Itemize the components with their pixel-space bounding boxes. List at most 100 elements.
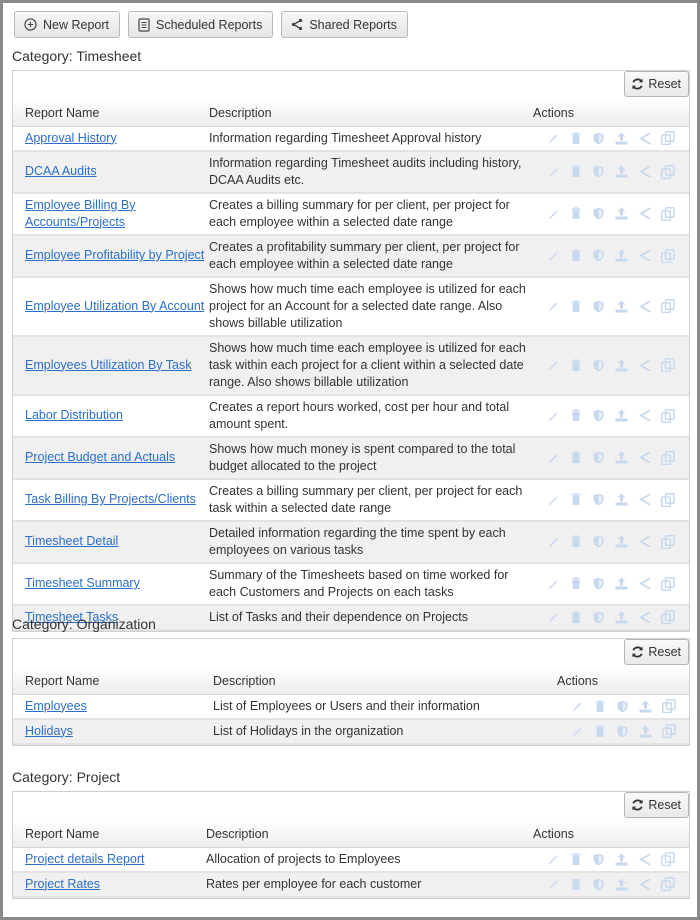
share-action-button[interactable]	[637, 852, 652, 867]
report-link[interactable]: DCAA Audits	[25, 164, 97, 178]
share-action-button[interactable]	[637, 408, 652, 423]
edit-action-button[interactable]	[569, 699, 584, 714]
report-link[interactable]: Task Billing By Projects/Clients	[25, 492, 196, 506]
delete-action-button[interactable]	[568, 206, 583, 221]
copy-action-button[interactable]	[660, 492, 675, 507]
delete-action-button[interactable]	[568, 248, 583, 263]
report-link[interactable]: Project details Report	[25, 852, 145, 866]
share-action-button[interactable]	[637, 248, 652, 263]
edit-action-button[interactable]	[545, 248, 560, 263]
delete-action-button[interactable]	[568, 131, 583, 146]
edit-action-button[interactable]	[545, 206, 560, 221]
edit-action-button[interactable]	[545, 131, 560, 146]
report-link[interactable]: Employee Utilization By Account	[25, 299, 204, 313]
export-action-button[interactable]	[614, 206, 629, 221]
security-action-button[interactable]	[591, 852, 606, 867]
edit-action-button[interactable]	[545, 877, 560, 892]
column-header-description[interactable]: Description	[202, 821, 529, 848]
delete-action-button[interactable]	[568, 610, 583, 625]
edit-action-button[interactable]	[569, 724, 584, 739]
column-header-description[interactable]: Description	[205, 100, 529, 127]
export-action-button[interactable]	[614, 408, 629, 423]
security-action-button[interactable]	[591, 164, 606, 179]
report-link[interactable]: Approval History	[25, 131, 117, 145]
delete-action-button[interactable]	[592, 699, 607, 714]
edit-action-button[interactable]	[545, 492, 560, 507]
share-action-button[interactable]	[637, 534, 652, 549]
share-action-button[interactable]	[637, 206, 652, 221]
delete-action-button[interactable]	[568, 299, 583, 314]
copy-action-button[interactable]	[660, 408, 675, 423]
column-header-report-name[interactable]: Report Name	[13, 821, 202, 848]
edit-action-button[interactable]	[545, 852, 560, 867]
security-action-button[interactable]	[591, 492, 606, 507]
security-action-button[interactable]	[591, 358, 606, 373]
delete-action-button[interactable]	[568, 492, 583, 507]
report-link[interactable]: Project Budget and Actuals	[25, 450, 175, 464]
security-action-button[interactable]	[591, 248, 606, 263]
export-action-button[interactable]	[614, 877, 629, 892]
delete-action-button[interactable]	[568, 164, 583, 179]
edit-action-button[interactable]	[545, 576, 560, 591]
share-action-button[interactable]	[637, 576, 652, 591]
share-action-button[interactable]	[637, 299, 652, 314]
edit-action-button[interactable]	[545, 408, 560, 423]
export-action-button[interactable]	[614, 164, 629, 179]
share-action-button[interactable]	[637, 450, 652, 465]
security-action-button[interactable]	[591, 877, 606, 892]
report-link[interactable]: Employee Billing By Accounts/Projects	[25, 198, 135, 229]
delete-action-button[interactable]	[592, 724, 607, 739]
export-action-button[interactable]	[614, 534, 629, 549]
export-action-button[interactable]	[638, 724, 653, 739]
report-link[interactable]: Employees Utilization By Task	[25, 358, 192, 372]
copy-action-button[interactable]	[660, 164, 675, 179]
delete-action-button[interactable]	[568, 576, 583, 591]
export-action-button[interactable]	[614, 610, 629, 625]
reset-button[interactable]: Reset	[624, 639, 689, 665]
share-action-button[interactable]	[637, 492, 652, 507]
security-action-button[interactable]	[615, 699, 630, 714]
copy-action-button[interactable]	[660, 131, 675, 146]
copy-action-button[interactable]	[660, 299, 675, 314]
share-action-button[interactable]	[637, 164, 652, 179]
security-action-button[interactable]	[591, 534, 606, 549]
delete-action-button[interactable]	[568, 877, 583, 892]
edit-action-button[interactable]	[545, 164, 560, 179]
export-action-button[interactable]	[614, 248, 629, 263]
share-action-button[interactable]	[637, 610, 652, 625]
export-action-button[interactable]	[614, 131, 629, 146]
report-link[interactable]: Employees	[25, 699, 87, 713]
edit-action-button[interactable]	[545, 450, 560, 465]
share-action-button[interactable]	[637, 877, 652, 892]
column-header-report-name[interactable]: Report Name	[13, 668, 209, 695]
edit-action-button[interactable]	[545, 358, 560, 373]
copy-action-button[interactable]	[660, 450, 675, 465]
copy-action-button[interactable]	[660, 610, 675, 625]
report-link[interactable]: Holidays	[25, 724, 73, 738]
copy-action-button[interactable]	[660, 534, 675, 549]
copy-action-button[interactable]	[661, 724, 676, 739]
report-link[interactable]: Project Rates	[25, 877, 100, 891]
security-action-button[interactable]	[591, 576, 606, 591]
export-action-button[interactable]	[614, 852, 629, 867]
edit-action-button[interactable]	[545, 534, 560, 549]
copy-action-button[interactable]	[660, 248, 675, 263]
security-action-button[interactable]	[591, 408, 606, 423]
export-action-button[interactable]	[638, 699, 653, 714]
copy-action-button[interactable]	[660, 877, 675, 892]
export-action-button[interactable]	[614, 576, 629, 591]
report-link[interactable]: Labor Distribution	[25, 408, 123, 422]
share-action-button[interactable]	[637, 358, 652, 373]
delete-action-button[interactable]	[568, 450, 583, 465]
delete-action-button[interactable]	[568, 852, 583, 867]
copy-action-button[interactable]	[660, 358, 675, 373]
delete-action-button[interactable]	[568, 408, 583, 423]
export-action-button[interactable]	[614, 358, 629, 373]
report-link[interactable]: Timesheet Summary	[25, 576, 140, 590]
copy-action-button[interactable]	[660, 206, 675, 221]
edit-action-button[interactable]	[545, 610, 560, 625]
export-action-button[interactable]	[614, 492, 629, 507]
security-action-button[interactable]	[591, 299, 606, 314]
security-action-button[interactable]	[591, 131, 606, 146]
copy-action-button[interactable]	[660, 576, 675, 591]
